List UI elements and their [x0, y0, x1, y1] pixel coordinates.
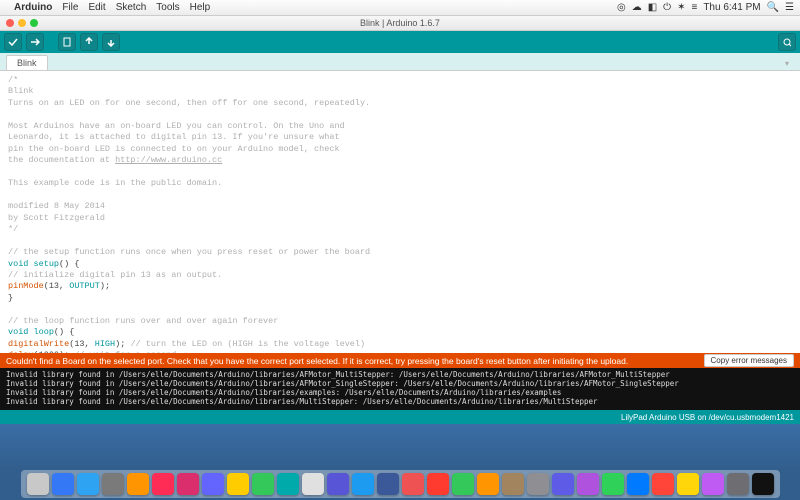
dock-app-icon[interactable]	[552, 473, 574, 495]
dock-app-icon[interactable]	[452, 473, 474, 495]
dock-app-icon[interactable]	[652, 473, 674, 495]
code-line: // the setup function runs once when you…	[8, 247, 792, 258]
dock-app-icon[interactable]	[727, 473, 749, 495]
dock-app-icon[interactable]	[227, 473, 249, 495]
tools-menu[interactable]: Tools	[156, 2, 179, 13]
dock-app-icon[interactable]	[252, 473, 274, 495]
error-bar: Couldn't find a Board on the selected po…	[0, 353, 800, 368]
dock-app-icon[interactable]	[402, 473, 424, 495]
dock-app-icon[interactable]	[377, 473, 399, 495]
copy-error-button[interactable]: Copy error messages	[704, 354, 794, 367]
status-bar: LilyPad Arduino USB on /dev/cu.usbmodem1…	[0, 410, 800, 424]
dock-app-icon[interactable]	[202, 473, 224, 495]
dock-app-icon[interactable]	[327, 473, 349, 495]
dock-app-icon[interactable]	[752, 473, 774, 495]
macos-dock	[21, 470, 780, 498]
close-window-icon[interactable]	[6, 19, 14, 27]
tray-icon[interactable]: ◎	[617, 2, 626, 13]
dock-app-icon[interactable]	[702, 473, 724, 495]
desktop-background	[0, 424, 800, 500]
code-line: void loop() {	[8, 327, 792, 338]
dock-app-icon[interactable]	[277, 473, 299, 495]
block-comment: /* Blink Turns on an LED on for one seco…	[8, 75, 792, 236]
code-line: digitalWrite(13, HIGH); // turn the LED …	[8, 339, 792, 350]
tray-icon[interactable]: ☁	[632, 2, 642, 13]
window-title: Blink | Arduino 1.6.7	[360, 18, 440, 28]
doc-link[interactable]: http://www.arduino.cc	[115, 155, 222, 165]
dock-app-icon[interactable]	[577, 473, 599, 495]
dock-app-icon[interactable]	[27, 473, 49, 495]
sketch-menu[interactable]: Sketch	[116, 2, 147, 13]
dock-app-icon[interactable]	[502, 473, 524, 495]
console-line: Invalid library found in /Users/elle/Doc…	[6, 379, 794, 388]
traffic-lights	[6, 19, 38, 27]
dock-app-icon[interactable]	[627, 473, 649, 495]
macos-menubar: Arduino File Edit Sketch Tools Help ◎ ☁ …	[0, 0, 800, 16]
dock-app-icon[interactable]	[177, 473, 199, 495]
app-menu[interactable]: Arduino	[14, 2, 52, 13]
dock-app-icon[interactable]	[677, 473, 699, 495]
clock[interactable]: Thu 6:41 PM	[703, 2, 760, 13]
spotlight-icon[interactable]: 🔍	[767, 2, 779, 13]
dock-app-icon[interactable]	[602, 473, 624, 495]
dock-app-icon[interactable]	[102, 473, 124, 495]
tab-menu-dropdown[interactable]	[770, 55, 800, 70]
code-line: void setup() {	[8, 259, 792, 270]
open-sketch-button[interactable]	[80, 33, 98, 51]
dock-app-icon[interactable]	[52, 473, 74, 495]
dock-app-icon[interactable]	[127, 473, 149, 495]
window-titlebar: Blink | Arduino 1.6.7	[0, 16, 800, 31]
new-sketch-button[interactable]	[58, 33, 76, 51]
dock-app-icon[interactable]	[427, 473, 449, 495]
dock-app-icon[interactable]	[527, 473, 549, 495]
system-tray: ◎ ☁ ◧ ⏻ ✶ ≡ Thu 6:41 PM 🔍 ☰	[617, 2, 794, 13]
dock-app-icon[interactable]	[352, 473, 374, 495]
dock-app-icon[interactable]	[477, 473, 499, 495]
console-panel[interactable]: Invalid library found in /Users/elle/Doc…	[0, 368, 800, 410]
error-message: Couldn't find a Board on the selected po…	[6, 356, 628, 366]
dock-app-icon[interactable]	[302, 473, 324, 495]
console-line: Invalid library found in /Users/elle/Doc…	[6, 388, 794, 397]
upload-button[interactable]	[26, 33, 44, 51]
serial-monitor-button[interactable]	[778, 33, 796, 51]
dock-app-icon[interactable]	[152, 473, 174, 495]
verify-button[interactable]	[4, 33, 22, 51]
edit-menu[interactable]: Edit	[88, 2, 105, 13]
dock-app-icon[interactable]	[77, 473, 99, 495]
tray-icon[interactable]: ◧	[648, 2, 657, 13]
code-line: }	[8, 293, 792, 304]
tray-icon[interactable]: ⏻	[663, 2, 671, 13]
save-sketch-button[interactable]	[102, 33, 120, 51]
console-line: Invalid library found in /Users/elle/Doc…	[6, 370, 794, 379]
notifications-icon[interactable]: ☰	[785, 2, 794, 13]
code-editor[interactable]: /* Blink Turns on an LED on for one seco…	[0, 71, 800, 353]
file-menu[interactable]: File	[62, 2, 78, 13]
help-menu[interactable]: Help	[190, 2, 211, 13]
minimize-window-icon[interactable]	[18, 19, 26, 27]
zoom-window-icon[interactable]	[30, 19, 38, 27]
board-port-status: LilyPad Arduino USB on /dev/cu.usbmodem1…	[621, 413, 794, 422]
code-line: pinMode(13, OUTPUT);	[8, 281, 792, 292]
code-line: // the loop function runs over and over …	[8, 316, 792, 327]
tab-blink[interactable]: Blink	[6, 55, 48, 70]
arduino-toolbar	[0, 31, 800, 53]
wifi-icon[interactable]: ✶	[677, 2, 685, 13]
code-line: // initialize digital pin 13 as an outpu…	[8, 270, 792, 281]
console-line: Invalid library found in /Users/elle/Doc…	[6, 397, 794, 406]
sketch-tab-bar: Blink	[0, 53, 800, 71]
tray-icon[interactable]: ≡	[691, 2, 697, 13]
